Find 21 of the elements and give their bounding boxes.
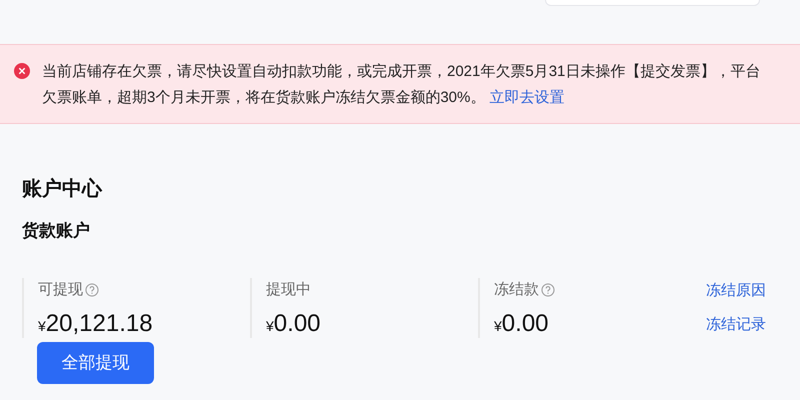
page-title: 账户中心 [22,176,104,202]
section-title: 货款账户 [22,220,91,242]
stat-value: 0.00 [502,310,549,338]
stat-value: 20,121.18 [46,310,153,338]
stat-value: 0.00 [274,310,321,338]
help-icon [541,283,555,297]
error-icon [14,63,30,79]
settings-link[interactable]: 立即去设置 [489,85,564,111]
freeze-link[interactable]: 冻结记录 [706,314,766,336]
currency-symbol: ¥ [38,317,46,336]
withdraw-all-button[interactable]: 全部提现 [37,342,154,384]
alert-text: 欠票账单，超期3个月未开票，将在货款账户冻结欠票金额的30%。 [42,88,486,108]
freeze-link[interactable]: 冻结原因 [706,280,766,302]
stat-label: 冻结款 [494,280,539,300]
top-field[interactable] [545,0,760,6]
stat-label: 可提现 [38,280,83,300]
currency-symbol: ¥ [494,317,502,336]
help-icon [85,283,99,297]
currency-symbol: ¥ [266,317,274,336]
stat-label: 提现中 [266,280,311,300]
alert-text: 当前店铺存在欠票，请尽快设置自动扣款功能，或完成开票，2021年欠票5月31日未操作【提交发票】，平台 [42,62,760,82]
